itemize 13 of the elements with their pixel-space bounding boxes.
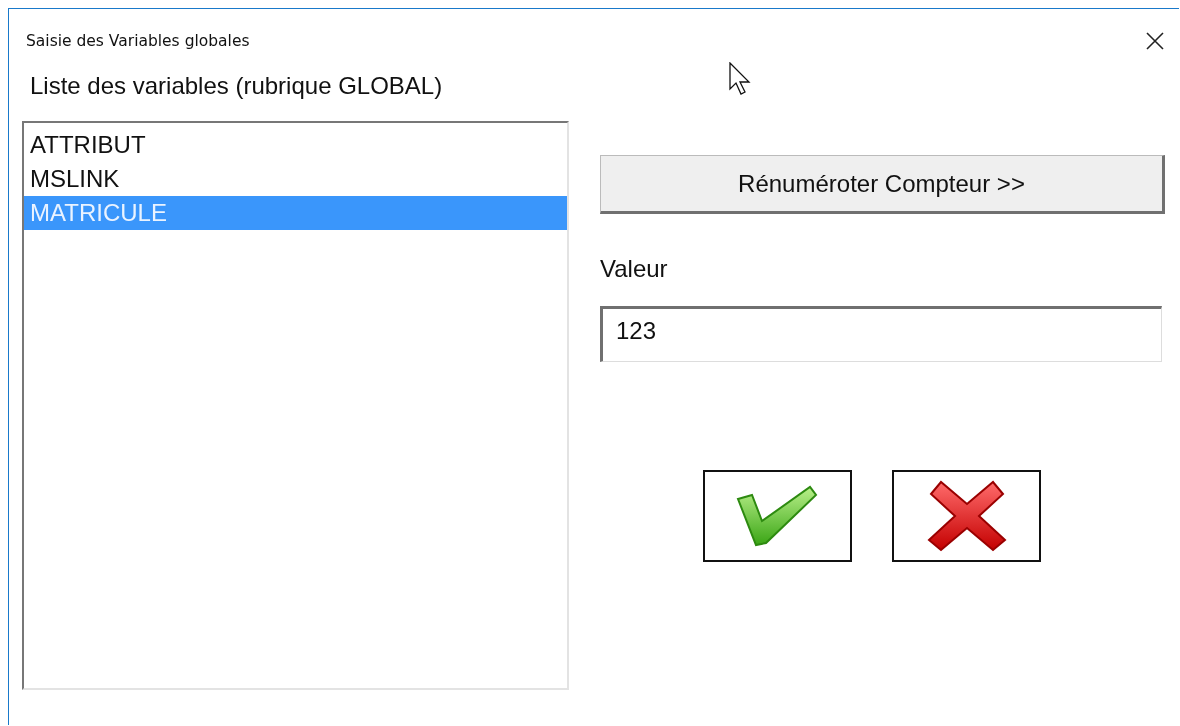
- value-field[interactable]: 123: [600, 306, 1162, 362]
- value-label: Valeur: [600, 255, 668, 283]
- close-icon[interactable]: [1145, 31, 1165, 51]
- cancel-button[interactable]: [892, 470, 1041, 562]
- cross-icon: [926, 480, 1007, 552]
- cursor-icon: [729, 62, 751, 96]
- renumber-button[interactable]: Rénuméroter Compteur >>: [600, 155, 1165, 214]
- ok-button[interactable]: [703, 470, 852, 562]
- window-title: Saisie des Variables globales: [26, 32, 250, 50]
- list-item[interactable]: MSLINK: [24, 162, 567, 196]
- checkmark-icon: [735, 485, 820, 547]
- list-label: Liste des variables (rubrique GLOBAL): [30, 72, 444, 101]
- list-item[interactable]: ATTRIBUT: [24, 128, 567, 162]
